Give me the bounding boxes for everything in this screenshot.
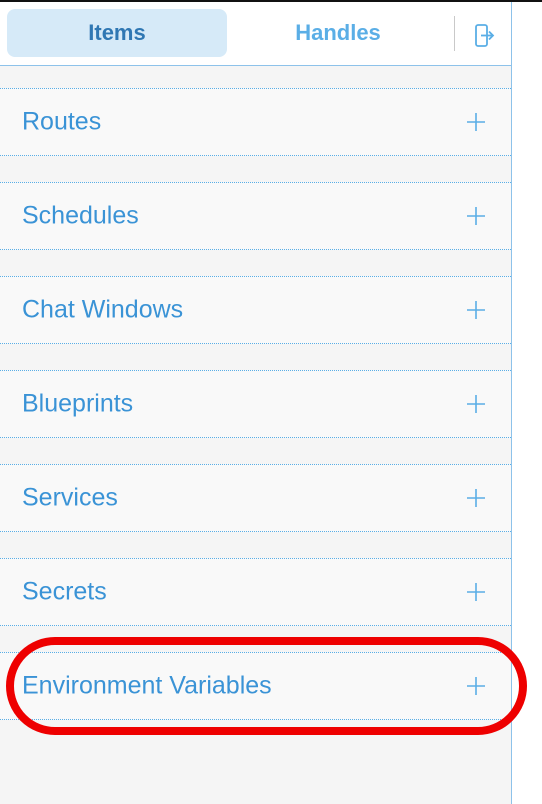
plus-icon[interactable] bbox=[463, 579, 489, 605]
list-item-label: Secrets bbox=[22, 577, 107, 606]
tab-handles[interactable]: Handles bbox=[228, 9, 448, 57]
sidebar-panel: Items Handles Routes Schedules Chat Wind… bbox=[0, 2, 512, 804]
list-item-label: Services bbox=[22, 483, 118, 512]
list-item-label: Chat Windows bbox=[22, 295, 184, 324]
list-item-blueprints[interactable]: Blueprints bbox=[0, 370, 511, 438]
list-item-chat-windows[interactable]: Chat Windows bbox=[0, 276, 511, 344]
list-item-routes[interactable]: Routes bbox=[0, 88, 511, 156]
list-item-label: Environment Variables bbox=[22, 671, 272, 700]
list-item-label: Routes bbox=[22, 107, 102, 136]
plus-icon[interactable] bbox=[463, 297, 489, 323]
sign-out-icon bbox=[475, 24, 495, 47]
sign-out-button[interactable] bbox=[468, 20, 500, 52]
plus-icon[interactable] bbox=[463, 673, 489, 699]
list-item-environment-variables[interactable]: Environment Variables bbox=[0, 652, 511, 720]
plus-icon[interactable] bbox=[463, 485, 489, 511]
list-item-label: Schedules bbox=[22, 201, 139, 230]
list-item-label: Blueprints bbox=[22, 389, 134, 418]
panel-header: Items Handles bbox=[0, 2, 511, 66]
plus-icon[interactable] bbox=[463, 109, 489, 135]
header-divider bbox=[454, 16, 455, 51]
tab-items[interactable]: Items bbox=[7, 9, 227, 57]
plus-icon[interactable] bbox=[463, 391, 489, 417]
list-item-services[interactable]: Services bbox=[0, 464, 511, 532]
plus-icon[interactable] bbox=[463, 203, 489, 229]
list-item-secrets[interactable]: Secrets bbox=[0, 558, 511, 626]
list-item-schedules[interactable]: Schedules bbox=[0, 182, 511, 250]
